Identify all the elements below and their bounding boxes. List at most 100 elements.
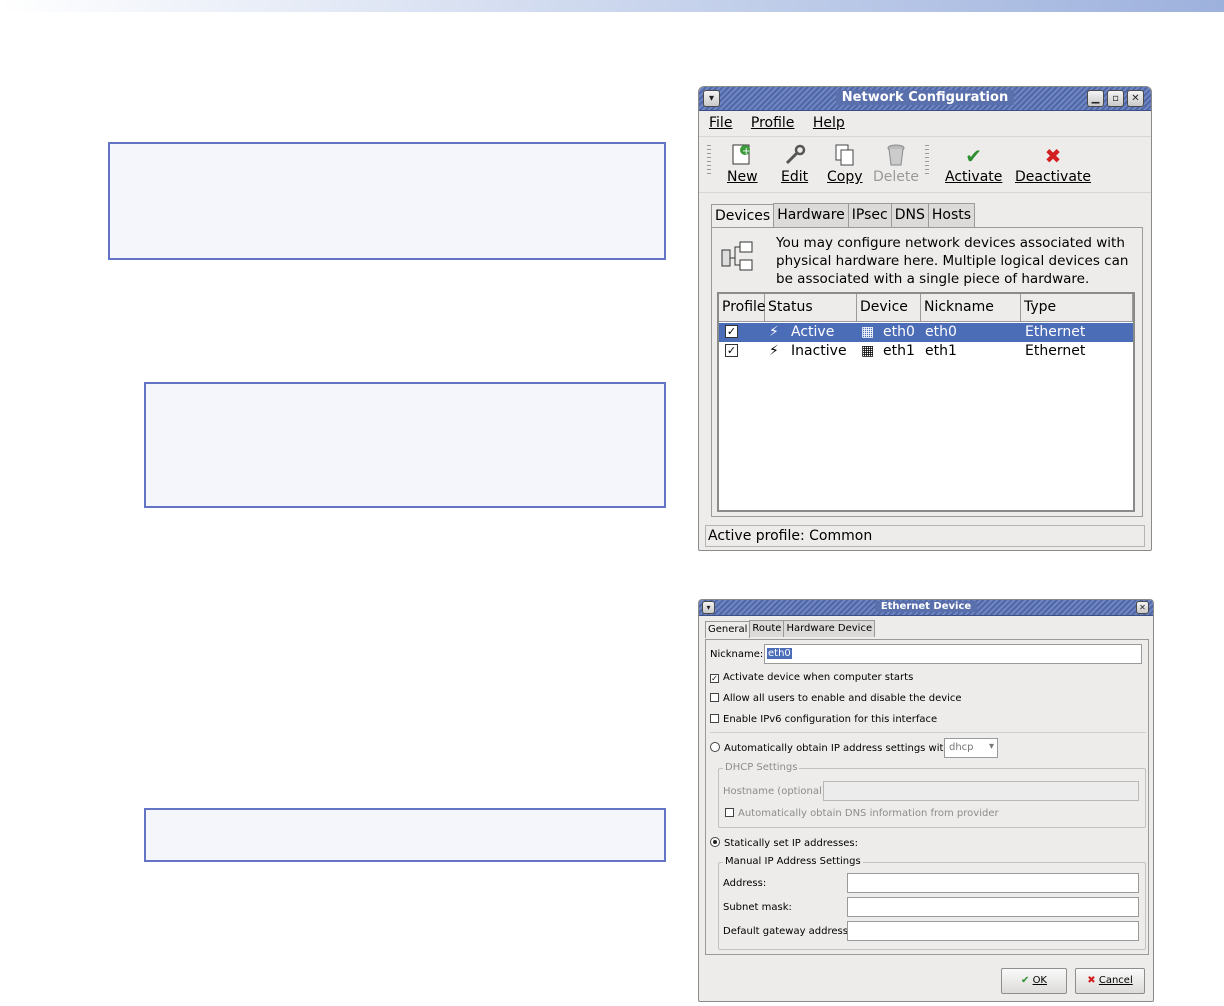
plug-icon: ⚡	[769, 324, 779, 340]
gateway-field[interactable]	[847, 921, 1139, 941]
subnet-mask-field[interactable]	[847, 897, 1139, 917]
tab-devices[interactable]: Devices	[711, 204, 775, 229]
row-device: eth1	[883, 343, 915, 359]
column-device[interactable]: Device	[857, 294, 921, 322]
network-devices-icon	[720, 240, 754, 274]
static-ip-radio[interactable]	[710, 837, 720, 847]
enable-ipv6-option[interactable]: Enable IPv6 configuration for this inter…	[710, 714, 937, 725]
auto-dns-option[interactable]: Automatically obtain DNS information fro…	[725, 808, 999, 819]
general-panel: Nickname: eth0 ✓ Activate device when com…	[705, 639, 1149, 955]
network-configuration-window: ▾ Network Configuration ▁ ▫ ✕ File Profi…	[698, 86, 1152, 551]
plug-icon: ⚡	[769, 343, 779, 359]
cancel-button[interactable]: ✖ Cancel	[1075, 968, 1145, 994]
chevron-down-icon: ▾	[988, 741, 994, 752]
static-ip-option[interactable]: Statically set IP addresses:	[710, 837, 858, 849]
row-status: Inactive	[791, 343, 847, 359]
hostname-field[interactable]	[823, 781, 1139, 801]
activate-on-start-checkbox[interactable]: ✓	[710, 674, 719, 683]
nickname-label: Nickname:	[710, 649, 764, 660]
devices-info-text: You may configure network devices associ…	[776, 235, 1129, 287]
edit-button[interactable]: Edit	[781, 143, 808, 185]
enable-ipv6-checkbox[interactable]	[710, 714, 719, 723]
auto-obtain-option[interactable]: Automatically obtain IP address settings…	[710, 742, 953, 754]
row-type: Ethernet	[1025, 343, 1086, 359]
tab-route[interactable]: Route	[749, 620, 785, 637]
ok-button[interactable]: ✔ OK	[1001, 968, 1067, 994]
new-button[interactable]: + New	[727, 143, 758, 185]
nic-icon: ▦	[861, 343, 875, 359]
wrench-icon	[781, 143, 808, 169]
tab-hardware[interactable]: Hardware	[773, 203, 849, 227]
row-nickname: eth1	[925, 343, 957, 359]
manual-ip-label: Manual IP Address Settings	[723, 856, 863, 867]
tab-general[interactable]: General	[705, 621, 751, 638]
dhcp-settings-group: DHCP Settings Hostname (optional): Autom…	[718, 762, 1146, 828]
row-type: Ethernet	[1025, 324, 1086, 340]
gateway-label: Default gateway address:	[723, 926, 852, 937]
close-icon[interactable]: ✕	[1127, 90, 1144, 107]
maximize-icon[interactable]: ▫	[1107, 90, 1124, 107]
address-label: Address:	[723, 878, 767, 889]
row-device: eth0	[883, 324, 915, 340]
column-status[interactable]: Status	[765, 294, 857, 322]
column-type[interactable]: Type	[1021, 294, 1133, 322]
auto-dns-checkbox[interactable]	[725, 808, 734, 817]
x-icon: ✖	[1087, 975, 1096, 986]
copy-icon	[827, 143, 863, 169]
status-bar: Active profile: Common	[705, 525, 1145, 547]
new-icon: +	[727, 143, 758, 169]
copy-button[interactable]: Copy	[827, 143, 863, 185]
column-profile[interactable]: Profile	[719, 294, 766, 322]
menubar: File Profile Help	[699, 111, 1151, 137]
activate-button[interactable]: ✔ Activate	[945, 143, 1002, 185]
address-field[interactable]	[847, 873, 1139, 893]
toolbar-grip	[707, 145, 711, 177]
toolbar-grip	[925, 145, 929, 177]
activate-on-start-option[interactable]: ✓ Activate device when computer starts	[710, 672, 913, 683]
row-status: Active	[791, 324, 835, 340]
network-window-titlebar: ▾ Network Configuration ▁ ▫ ✕	[699, 87, 1151, 111]
allow-users-option[interactable]: Allow all users to enable and disable th…	[710, 693, 962, 704]
tab-ipsec[interactable]: IPsec	[847, 203, 892, 227]
tab-strip: Devices Hardware IPsec DNS Hosts	[711, 203, 976, 229]
close-icon[interactable]: ✕	[1136, 601, 1149, 614]
callout-box-3	[144, 808, 666, 862]
minimize-icon[interactable]: ▁	[1087, 90, 1104, 107]
menu-help[interactable]: Help	[813, 115, 845, 131]
tab-dns[interactable]: DNS	[890, 203, 929, 227]
profile-checkbox[interactable]: ✓	[725, 344, 738, 357]
subnet-mask-label: Subnet mask:	[723, 902, 792, 913]
dhcp-select[interactable]: dhcp ▾	[944, 738, 998, 758]
callout-box-2	[144, 382, 666, 508]
menu-file[interactable]: File	[709, 115, 732, 131]
device-list-header: Profile Status Device Nickname Type	[719, 294, 1133, 322]
dhcp-settings-label: DHCP Settings	[723, 762, 800, 773]
ethernet-window-titlebar: ▾ Ethernet Device ✕	[699, 600, 1153, 616]
manual-ip-group: Manual IP Address Settings Address: Subn…	[718, 856, 1146, 950]
deactivate-button[interactable]: ✖ Deactivate	[1015, 143, 1091, 185]
device-list[interactable]: Profile Status Device Nickname Type ✓ ⚡ …	[717, 292, 1135, 512]
profile-checkbox[interactable]: ✓	[725, 325, 738, 338]
table-row[interactable]: ✓ ⚡ Active ▦ eth0 eth0 Ethernet	[719, 323, 1133, 342]
tab-hosts[interactable]: Hosts	[927, 203, 976, 227]
separator	[710, 732, 1146, 733]
toolbar: + New Edit Copy Delete ✔ Activate ✖ Deac…	[699, 137, 1151, 193]
dhcp-select-value: dhcp	[949, 742, 974, 753]
ethernet-tab-strip: General Route Hardware Device	[705, 620, 876, 638]
auto-obtain-radio[interactable]	[710, 742, 720, 752]
table-row[interactable]: ✓ ⚡ Inactive ▦ eth1 eth1 Ethernet	[719, 342, 1133, 361]
delete-button[interactable]: Delete	[873, 143, 919, 185]
nic-icon: ▦	[861, 324, 875, 340]
network-window-title: Network Configuration	[835, 90, 1015, 105]
menu-profile[interactable]: Profile	[751, 115, 795, 131]
row-nickname: eth0	[925, 324, 957, 340]
nickname-field[interactable]: eth0	[764, 644, 1142, 664]
callout-box-1	[108, 142, 666, 260]
checkmark-icon: ✔	[965, 144, 983, 168]
column-nickname[interactable]: Nickname	[921, 294, 1021, 322]
hostname-label: Hostname (optional):	[723, 786, 830, 797]
tab-hardware-device[interactable]: Hardware Device	[783, 620, 876, 637]
x-icon: ✖	[1044, 144, 1062, 168]
allow-users-checkbox[interactable]	[710, 693, 719, 702]
page-header-bar	[0, 0, 1224, 12]
